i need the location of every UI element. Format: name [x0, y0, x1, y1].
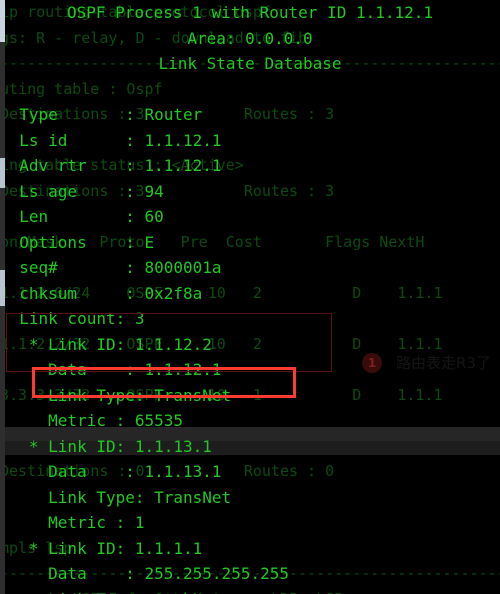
lsdb-header: Link State Database [158, 54, 342, 73]
selection-band-bottom [0, 441, 500, 455]
lsdb-output: OSPF Process 1 with Router ID 1.1.12.1 Ar… [0, 0, 500, 594]
link-type-line: Link Type: TransNet [0, 487, 232, 507]
scrollbar-thumb-secondary[interactable] [0, 158, 5, 188]
terminal-screenshot: ip routing-table protocol ospf gs: R - re… [0, 0, 500, 594]
background-line: mpls lsp [0, 538, 73, 557]
background-line [0, 255, 500, 281]
link-data-line: Data : 1.1.13.1 [0, 462, 222, 481]
scrollbar-thumb-tertiary[interactable] [0, 270, 5, 306]
ospf-process-header: OSPF Process 1 with Router ID 1.1.12.1 [66, 3, 434, 22]
scrollbar-thumb[interactable] [0, 0, 5, 42]
metric-highlight-box [32, 367, 296, 398]
background-line: ing table status : <Active> [0, 156, 244, 174]
background-line: on/Mask Proto Pre Cost Flags NextH [0, 232, 425, 251]
link-metric-line: Metric : 1 [0, 513, 145, 532]
selection-band-top [0, 427, 500, 441]
callout-badge: 1 [362, 352, 382, 373]
background-line: Destinations : 3 Routes : 3 [0, 181, 335, 200]
background-line: gs: R - relay, D - download to fib [0, 28, 308, 47]
lsa-field-seq-: seq# : 8000001a [0, 258, 222, 277]
background-line: Destinations : 0 Routes : 0 [0, 462, 335, 480]
background-line: 1.1.2.0/24 OSPF 10 2 D 1.1.1 [0, 283, 443, 302]
callout-annotation: 1 路由表走R3了 [362, 352, 491, 373]
link-data-line: Data : 255.255.255.255 [0, 564, 289, 583]
background-line: ----------------------------------------… [0, 564, 500, 582]
link-type-line: Link Type: StubNet [0, 587, 500, 594]
background-line: ip routing-table protocol ospf [0, 3, 271, 21]
background-line [0, 485, 500, 511]
background-line: uting table : Ospf [0, 79, 163, 98]
callout-note: 路由表走R3了 [396, 354, 491, 372]
lsa-field-len: Len : 60 [0, 207, 164, 226]
background-line [0, 510, 500, 536]
lsa-field-options: Options : E [0, 232, 155, 252]
background-terminal-output: ip routing-table protocol ospf gs: R - re… [0, 0, 500, 594]
lsa-field-ls-id: Ls id : 1.1.12.1 [0, 130, 222, 150]
background-line [0, 128, 500, 154]
dark-annotation-box [6, 313, 332, 372]
background-line: LSP Information: LDP LSP [0, 587, 500, 594]
link-id-line: * Link ID: 1.1.1.1 [0, 538, 203, 558]
lsa-field-type: Type : Router [0, 105, 203, 124]
background-line: Destinations : 3 Routes : 3 [0, 105, 335, 123]
lsa-field-adv-rtr: Adv rtr : 1.1.12.1 [0, 156, 222, 175]
ospf-area-header: Area: 0.0.0.0 [187, 28, 313, 48]
background-line: ----------------------------------------… [0, 54, 500, 72]
background-line [0, 204, 500, 230]
lsa-field-ls-age: Ls age : 94 [0, 181, 164, 201]
lsa-field-chksum: chksum : 0x2f8a [0, 283, 203, 303]
